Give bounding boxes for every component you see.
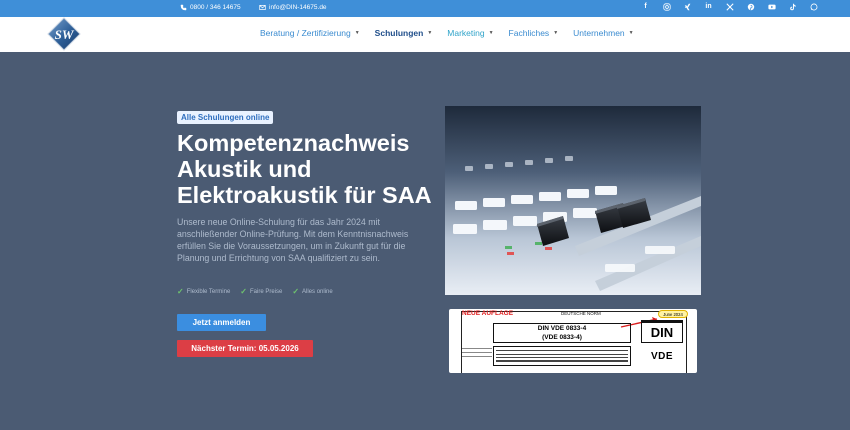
nav-label: Schulungen: [374, 28, 424, 38]
whatsapp-icon[interactable]: [809, 2, 818, 11]
linkedin-icon[interactable]: in: [704, 2, 713, 11]
register-button[interactable]: Jetzt anmelden: [177, 314, 266, 331]
company-logo[interactable]: SW: [46, 17, 82, 51]
x-icon[interactable]: [725, 2, 734, 11]
feature-item: ✓ Faire Preise: [240, 287, 282, 296]
email-address: info@DIN-14675.de: [269, 4, 327, 11]
chevron-down-icon: ▼: [488, 30, 494, 36]
tiktok-icon[interactable]: [788, 2, 797, 11]
nav-marketing[interactable]: Marketing ▼: [447, 28, 493, 38]
site-header: SW Beratung / Zertifizierung ▼ Schulungen…: [0, 17, 850, 52]
nav-beratung-zertifizierung[interactable]: Beratung / Zertifizierung ▼: [260, 28, 360, 38]
chevron-down-icon: ▼: [553, 30, 559, 36]
chevron-down-icon: ▼: [427, 30, 433, 36]
document-body-text: [493, 346, 631, 366]
youtube-icon[interactable]: [767, 2, 776, 11]
main-navigation: Beratung / Zertifizierung ▼ Schulungen ▼ M…: [260, 28, 649, 38]
facebook-icon[interactable]: f: [641, 2, 650, 11]
logo-letters: SW: [55, 27, 75, 42]
chevron-down-icon: ▼: [354, 30, 360, 36]
page-title: Kompetenznachweis Akustik und Elektroaku…: [177, 130, 432, 208]
nav-label: Unternehmen: [573, 28, 625, 38]
instagram-icon[interactable]: [662, 2, 671, 11]
phone-number: 0800 / 346 14675: [190, 4, 241, 11]
deutsche-norm-label: DEUTSCHE NORM: [561, 311, 601, 316]
feature-item: ✓ Alles online: [292, 287, 332, 296]
nav-label: Fachliches: [508, 28, 550, 38]
document-side-text: [462, 345, 492, 360]
feature-item: ✓ Flexible Termine: [177, 287, 230, 296]
email-link[interactable]: info@DIN-14675.de: [259, 4, 327, 11]
nav-unternehmen[interactable]: Unternehmen ▼: [573, 28, 633, 38]
social-links: f in: [641, 2, 818, 11]
envelope-icon: [259, 5, 266, 10]
norm-document-image: NEUE AUFLAGE DEUTSCHE NORM June 2024 DIN…: [449, 309, 697, 373]
nav-fachliches[interactable]: Fachliches ▼: [509, 28, 559, 38]
feature-label: Alles online: [302, 288, 333, 295]
top-contact-bar: 0800 / 346 14675 info@DIN-14675.de f in: [0, 0, 850, 17]
feature-list: ✓ Flexible Termine ✓ Faire Preise ✓ Alles o…: [177, 287, 333, 296]
hero-description: Unsere neue Online-Schulung für das Jahr…: [177, 217, 409, 263]
check-icon: ✓: [292, 287, 300, 296]
phone-link[interactable]: 0800 / 346 14675: [180, 4, 241, 11]
check-icon: ✓: [240, 287, 247, 296]
mixing-console-image: [445, 106, 701, 295]
vde-logo: VDE: [650, 350, 674, 362]
nav-schulungen[interactable]: Schulungen ▼: [375, 28, 433, 38]
nav-label: Beratung / Zertifizierung: [260, 28, 351, 38]
online-badge: Alle Schulungen online: [177, 111, 274, 124]
feature-label: Faire Preise: [249, 288, 283, 295]
phone-icon: [180, 4, 187, 11]
nav-label: Marketing: [447, 28, 485, 38]
edition-date: June 2024: [658, 310, 688, 318]
pinterest-icon[interactable]: [746, 2, 755, 11]
next-date-button[interactable]: Nächster Termin: 05.05.2026: [177, 340, 313, 357]
check-icon: ✓: [177, 287, 184, 296]
standard-number: DIN VDE 0833-4: [537, 325, 587, 332]
din-logo: DIN: [641, 320, 683, 343]
feature-label: Flexible Termine: [186, 288, 231, 295]
chevron-down-icon: ▼: [628, 30, 634, 36]
standard-vde-number: (VDE 0833-4): [542, 333, 582, 341]
xing-icon[interactable]: [683, 2, 692, 11]
standard-title: DIN VDE 0833-4 (VDE 0833-4): [493, 323, 631, 343]
new-edition-label: NEUE AUFLAGE: [462, 310, 514, 317]
